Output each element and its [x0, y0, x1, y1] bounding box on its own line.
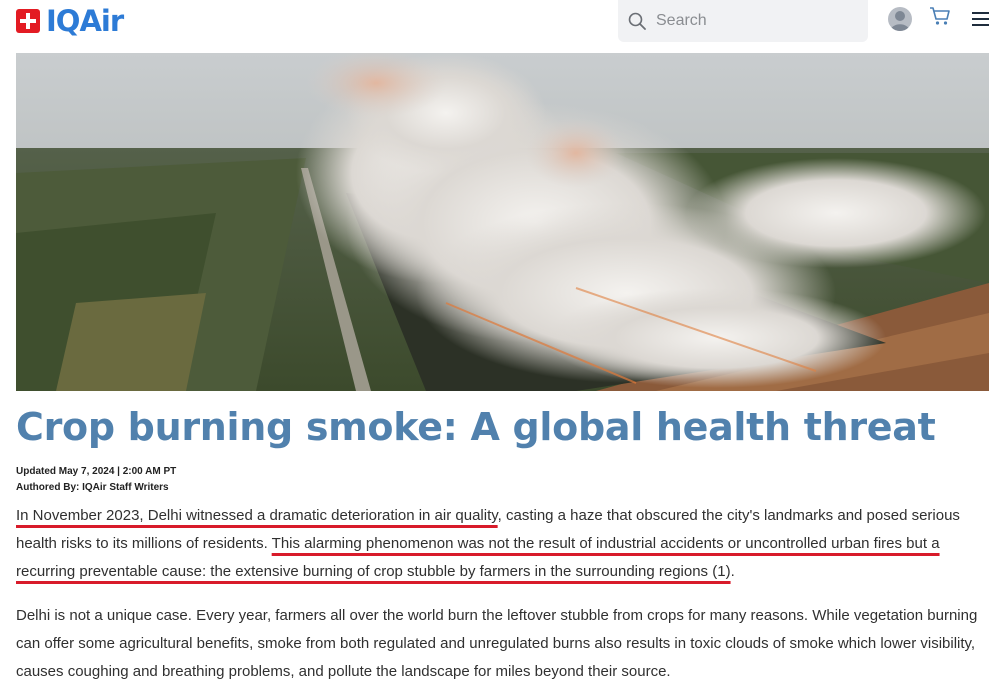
- updated-date: Updated May 7, 2024 | 2:00 AM PT: [16, 466, 177, 477]
- paragraph-text: .: [730, 563, 735, 580]
- search-icon: [628, 12, 646, 30]
- highlighted-text: In November 2023, Delhi witnessed a dram…: [16, 507, 498, 524]
- search-input[interactable]: [654, 11, 848, 31]
- iqair-logo[interactable]: IQAir: [16, 4, 124, 38]
- article-meta: Updated May 7, 2024 | 2:00 AM PT Authore…: [16, 464, 176, 496]
- search-bar[interactable]: [618, 0, 868, 42]
- article-title: Crop burning smoke: A global health thre…: [16, 405, 936, 449]
- site-header: IQAir: [0, 0, 989, 46]
- user-avatar-icon[interactable]: [888, 7, 912, 31]
- menu-icon[interactable]: [972, 12, 989, 26]
- logo-text: IQAir: [46, 4, 124, 38]
- swiss-cross-icon: [16, 9, 40, 33]
- hero-image: [16, 53, 989, 391]
- cart-icon[interactable]: [929, 6, 951, 26]
- article-paragraph-1: In November 2023, Delhi witnessed a dram…: [16, 502, 989, 586]
- article-paragraph-2: Delhi is not a unique case. Every year, …: [16, 607, 978, 680]
- author-line: Authored By: IQAir Staff Writers: [16, 482, 169, 493]
